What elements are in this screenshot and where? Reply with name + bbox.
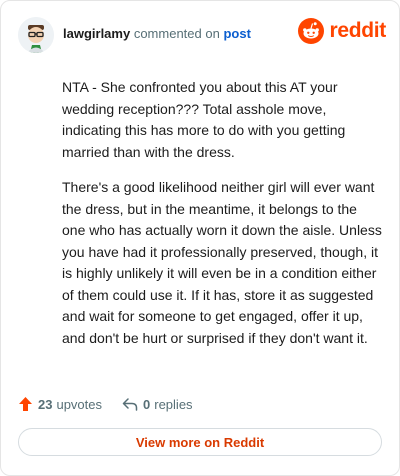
reddit-brand-link[interactable]: reddit bbox=[298, 16, 386, 46]
username-link[interactable]: lawgirlamy bbox=[63, 26, 130, 41]
comment-footer: 23 upvotes 0 replies bbox=[18, 393, 193, 415]
avatar-illustration-icon bbox=[18, 17, 54, 53]
comment-header: lawgirlamy commented on post reddit bbox=[18, 15, 386, 55]
post-link[interactable]: post bbox=[223, 26, 250, 41]
comment-paragraph: There's a good likelihood neither girl w… bbox=[62, 179, 382, 346]
comment-paragraph: NTA - She confronted you about this AT y… bbox=[62, 79, 346, 160]
comment-meta: lawgirlamy commented on post bbox=[63, 26, 251, 42]
replies-count: 0 bbox=[143, 396, 151, 412]
action-text: commented on bbox=[133, 26, 220, 41]
replies-stat[interactable]: 0 replies bbox=[122, 397, 193, 412]
upvotes-count: 23 bbox=[38, 396, 53, 412]
comment-body: NTA - She confronted you about this AT y… bbox=[62, 77, 384, 363]
view-more-button[interactable]: View more on Reddit bbox=[18, 428, 382, 456]
upvotes-label: upvotes bbox=[56, 396, 103, 412]
replies-label: replies bbox=[154, 396, 193, 412]
reply-arrow-icon bbox=[122, 398, 138, 411]
upvote-arrow-icon bbox=[19, 397, 32, 411]
user-avatar[interactable] bbox=[18, 17, 54, 53]
comment-embed-card: lawgirlamy commented on post reddit NTA … bbox=[0, 0, 400, 476]
reddit-wordmark: reddit bbox=[329, 19, 386, 42]
reddit-logo-icon bbox=[298, 18, 325, 44]
upvotes-stat[interactable]: 23 upvotes bbox=[18, 396, 102, 412]
